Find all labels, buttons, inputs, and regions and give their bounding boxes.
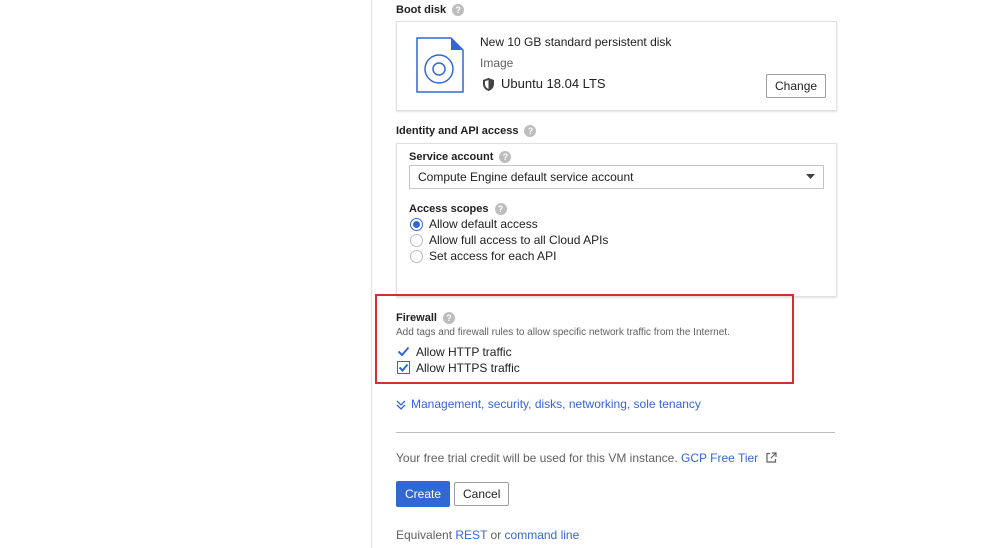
cancel-button[interactable]: Cancel bbox=[454, 482, 510, 506]
disk-image-icon bbox=[416, 37, 464, 93]
firewall-description: Add tags and firewall rules to allow spe… bbox=[396, 327, 730, 338]
external-link-icon[interactable] bbox=[765, 452, 777, 463]
trial-text: Your free trial credit will be used for … bbox=[396, 451, 678, 465]
boot-disk-card: New 10 GB standard persistent disk Image… bbox=[396, 21, 837, 111]
rest-link[interactable]: REST bbox=[455, 528, 487, 542]
image-label: Image bbox=[480, 56, 514, 70]
dropdown-arrow-icon bbox=[806, 174, 815, 179]
management-link[interactable]: Management, security, disks, networking,… bbox=[411, 397, 701, 411]
http-checkbox[interactable] bbox=[397, 345, 410, 358]
help-icon[interactable]: ? bbox=[499, 151, 512, 164]
service-account-heading: Service account? bbox=[409, 151, 512, 164]
help-icon[interactable]: ? bbox=[452, 4, 465, 17]
identity-card: Service account? Compute Engine default … bbox=[396, 143, 837, 297]
https-checkbox[interactable] bbox=[397, 361, 410, 374]
scope-default-label: Allow default access bbox=[429, 217, 538, 231]
access-scopes-label: Access scopes bbox=[409, 203, 489, 215]
scope-each-radio[interactable] bbox=[410, 250, 423, 263]
shield-icon bbox=[483, 78, 494, 91]
access-scopes-heading: Access scopes? bbox=[409, 203, 507, 216]
scope-full-radio[interactable] bbox=[410, 234, 423, 247]
free-tier-link[interactable]: GCP Free Tier bbox=[681, 451, 758, 465]
firewall-heading: Firewall? bbox=[396, 312, 455, 325]
command-line-link[interactable]: command line bbox=[505, 528, 580, 542]
equivalent-or: or bbox=[490, 528, 502, 542]
help-icon[interactable]: ? bbox=[524, 125, 537, 138]
help-icon[interactable]: ? bbox=[442, 312, 455, 325]
equivalent-row: Equivalent REST or command line bbox=[396, 528, 579, 542]
change-button[interactable]: Change bbox=[766, 74, 827, 98]
service-account-label: Service account bbox=[409, 151, 494, 163]
left-pane bbox=[0, 0, 372, 548]
boot-disk-label: Boot disk bbox=[396, 4, 447, 16]
chevron-down-icon bbox=[396, 400, 406, 410]
http-label: Allow HTTP traffic bbox=[416, 345, 512, 359]
management-link-row[interactable]: Management, security, disks, networking,… bbox=[396, 397, 701, 411]
firewall-label: Firewall bbox=[396, 312, 437, 324]
equivalent-prefix: Equivalent bbox=[396, 528, 453, 542]
service-account-value: Compute Engine default service account bbox=[418, 170, 634, 184]
scope-full-label: Allow full access to all Cloud APIs bbox=[429, 233, 609, 247]
identity-heading: Identity and API access? bbox=[396, 125, 537, 138]
create-button[interactable]: Create bbox=[396, 481, 451, 507]
service-account-select[interactable]: Compute Engine default service account bbox=[409, 165, 824, 189]
trial-row: Your free trial credit will be used for … bbox=[396, 451, 777, 465]
divider bbox=[396, 432, 835, 433]
boot-disk-heading: Boot disk? bbox=[396, 4, 465, 17]
identity-label: Identity and API access bbox=[396, 125, 519, 137]
scope-each-label: Set access for each API bbox=[429, 249, 557, 263]
scope-default-radio[interactable] bbox=[410, 218, 423, 231]
disk-name: New 10 GB standard persistent disk bbox=[480, 35, 672, 49]
help-icon[interactable]: ? bbox=[494, 203, 507, 216]
image-name: Ubuntu 18.04 LTS bbox=[501, 76, 606, 91]
https-label: Allow HTTPS traffic bbox=[416, 361, 520, 375]
